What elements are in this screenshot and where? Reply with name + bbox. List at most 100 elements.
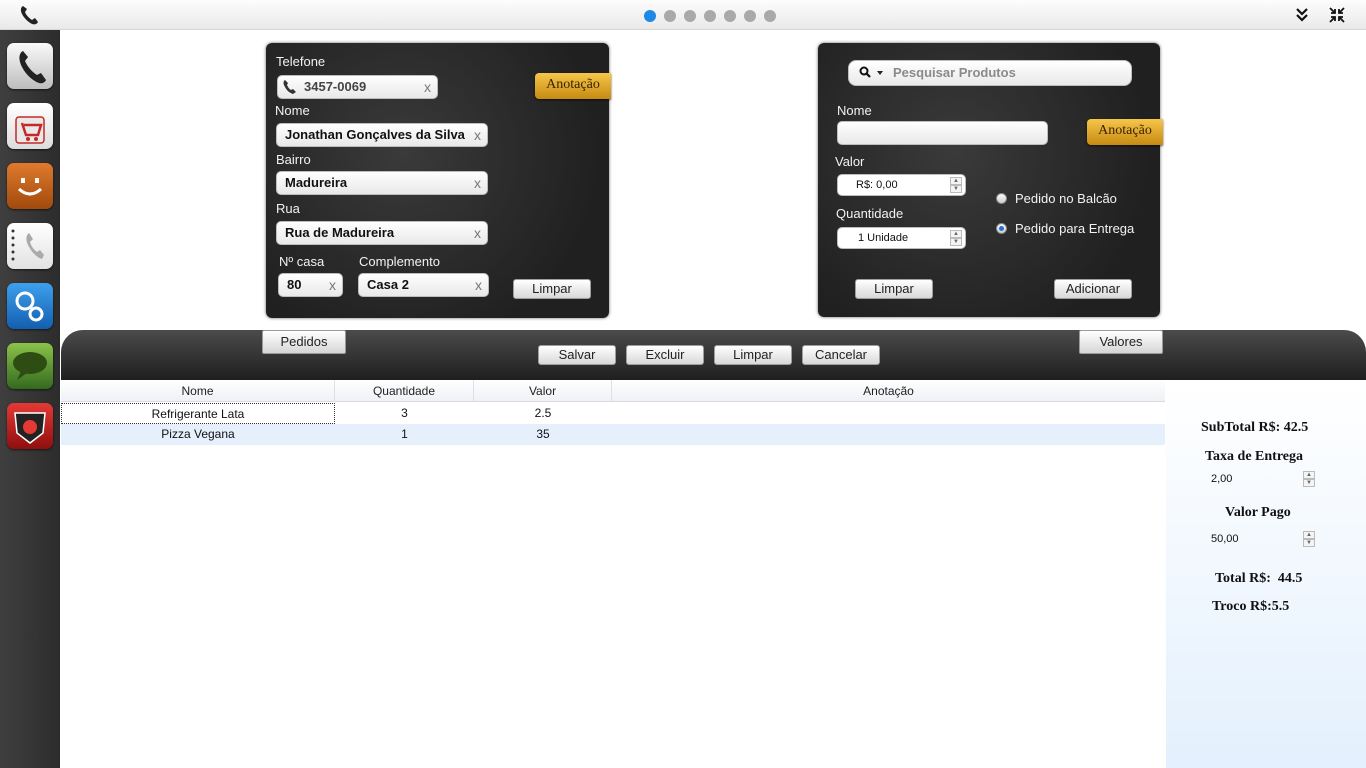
page-dot[interactable]: [664, 10, 676, 22]
district-label: Bairro: [276, 152, 311, 167]
change-text: Troco R$:5.5: [1212, 599, 1290, 614]
column-header-quantity[interactable]: Quantidade: [335, 380, 474, 402]
cell-name[interactable]: Refrigerante Lata: [61, 403, 335, 424]
page-dot[interactable]: [764, 10, 776, 22]
tab-values[interactable]: Valores: [1079, 330, 1163, 354]
increment-icon[interactable]: ▲: [950, 230, 962, 238]
decrement-icon[interactable]: ▼: [1303, 539, 1315, 547]
customer-note-tag[interactable]: Anotação: [535, 73, 611, 99]
decrement-icon[interactable]: ▼: [1303, 479, 1315, 487]
paid-value: 50,00: [1211, 533, 1239, 545]
clear-icon[interactable]: x: [424, 76, 431, 98]
phone-icon: [20, 6, 38, 25]
product-clear-button[interactable]: Limpar: [855, 279, 933, 299]
counter-order-radio[interactable]: [996, 193, 1007, 204]
page-dot[interactable]: [644, 10, 656, 22]
district-field[interactable]: Madureira x: [276, 171, 488, 195]
total-text: Total R$: 44.5: [1215, 571, 1303, 586]
search-placeholder: Pesquisar Produtos: [893, 65, 1016, 80]
smiley-icon[interactable]: [7, 163, 53, 209]
customer-panel: Telefone 3457-0069 x Anotação Nome Jonat…: [266, 43, 611, 318]
decrement-icon[interactable]: ▼: [950, 238, 962, 246]
clear-icon[interactable]: x: [474, 172, 481, 194]
clear-button[interactable]: Limpar: [714, 345, 792, 365]
phone-label: Telefone: [276, 54, 326, 69]
house-number-value: 80: [287, 277, 302, 292]
delete-button[interactable]: Excluir: [626, 345, 704, 365]
paid-value-spinner[interactable]: 50,00 ▲ ▼: [1204, 529, 1318, 551]
delivery-fee-spinner[interactable]: 2,00 ▲ ▼: [1204, 469, 1318, 491]
phone-field[interactable]: 3457-0069 x: [277, 75, 438, 99]
clear-icon[interactable]: x: [329, 274, 336, 296]
delivery-order-label: Pedido para Entrega: [1015, 221, 1135, 236]
collapse-down-icon[interactable]: [1293, 6, 1311, 24]
gears-icon[interactable]: [7, 283, 53, 329]
spinner-arrows: ▲ ▼: [950, 177, 962, 193]
page-dot[interactable]: [684, 10, 696, 22]
house-number-field[interactable]: 80 x: [278, 273, 343, 297]
save-button[interactable]: Salvar: [538, 345, 616, 365]
product-note-tag[interactable]: Anotação: [1087, 119, 1163, 145]
cell-price[interactable]: 2.5: [474, 403, 612, 424]
street-label: Rua: [276, 201, 300, 216]
price-label: Valor: [835, 154, 865, 169]
quantity-value: 1 Unidade: [858, 232, 909, 244]
clear-icon[interactable]: x: [475, 274, 482, 296]
pizzeria-logo-icon[interactable]: [7, 403, 53, 449]
complement-label: Complemento: [359, 254, 440, 269]
increment-icon[interactable]: ▲: [1303, 471, 1315, 479]
increment-icon[interactable]: ▲: [950, 177, 962, 185]
cell-note[interactable]: [612, 403, 1165, 424]
delivery-order-radio[interactable]: [996, 223, 1007, 234]
shopping-bag-icon[interactable]: [7, 103, 53, 149]
house-number-label: Nº casa: [279, 254, 325, 269]
add-product-button[interactable]: Adicionar: [1054, 279, 1132, 299]
left-dock: [0, 30, 60, 768]
column-header-note[interactable]: Anotação: [612, 380, 1165, 402]
quantity-label: Quantidade: [836, 206, 904, 221]
cancel-button[interactable]: Cancelar: [802, 345, 880, 365]
page-dot[interactable]: [704, 10, 716, 22]
street-field[interactable]: Rua de Madureira x: [276, 221, 488, 245]
product-panel: Pesquisar Produtos Nome Anotação Valor R…: [818, 43, 1163, 317]
price-spinner[interactable]: R$: 0,00 ▲ ▼: [837, 174, 966, 196]
product-name-label: Nome: [837, 103, 872, 118]
column-header-price[interactable]: Valor: [474, 380, 612, 402]
customer-name-field[interactable]: Jonathan Gonçalves da Silva x: [276, 123, 488, 147]
order-toolbar: Pedidos Valores Salvar Excluir Limpar Ca…: [61, 330, 1366, 380]
cell-price[interactable]: 35: [474, 424, 612, 445]
complement-field[interactable]: Casa 2 x: [358, 273, 489, 297]
product-name-field[interactable]: [837, 121, 1048, 145]
chat-bubble-icon[interactable]: [7, 343, 53, 389]
counter-order-label: Pedido no Balcão: [1015, 191, 1117, 206]
customer-clear-button[interactable]: Limpar: [513, 279, 591, 299]
customer-name-value: Jonathan Gonçalves da Silva: [285, 127, 465, 142]
page-dot[interactable]: [744, 10, 756, 22]
product-search-field[interactable]: Pesquisar Produtos: [848, 60, 1132, 86]
title-bar: [0, 0, 1366, 30]
page-indicator: [644, 10, 776, 22]
table-row[interactable]: Refrigerante Lata 3 2.5: [61, 403, 1165, 424]
column-header-name[interactable]: Nome: [61, 380, 335, 402]
cell-note[interactable]: [612, 424, 1165, 445]
clear-icon[interactable]: x: [474, 124, 481, 146]
street-value: Rua de Madureira: [285, 225, 395, 240]
phone-app-icon[interactable]: [7, 43, 53, 89]
cell-quantity[interactable]: 1: [335, 424, 474, 445]
table-header: Nome Quantidade Valor Anotação: [61, 380, 1165, 402]
minimize-arrows-icon[interactable]: [1328, 6, 1346, 24]
table-row[interactable]: Pizza Vegana 1 35: [61, 424, 1165, 445]
clear-icon[interactable]: x: [474, 222, 481, 244]
decrement-icon[interactable]: ▼: [950, 185, 962, 193]
phone-book-icon[interactable]: [7, 223, 53, 269]
phone-icon: [283, 80, 296, 94]
page-dot[interactable]: [724, 10, 736, 22]
tab-orders[interactable]: Pedidos: [262, 330, 346, 354]
cell-quantity[interactable]: 3: [335, 403, 474, 424]
delivery-fee-value: 2,00: [1211, 473, 1233, 485]
increment-icon[interactable]: ▲: [1303, 531, 1315, 539]
order-items-table: Nome Quantidade Valor Anotação Refrigera…: [61, 380, 1165, 768]
quantity-spinner[interactable]: 1 Unidade ▲ ▼: [837, 227, 966, 249]
complement-value: Casa 2: [367, 277, 409, 292]
cell-name[interactable]: Pizza Vegana: [61, 424, 335, 445]
